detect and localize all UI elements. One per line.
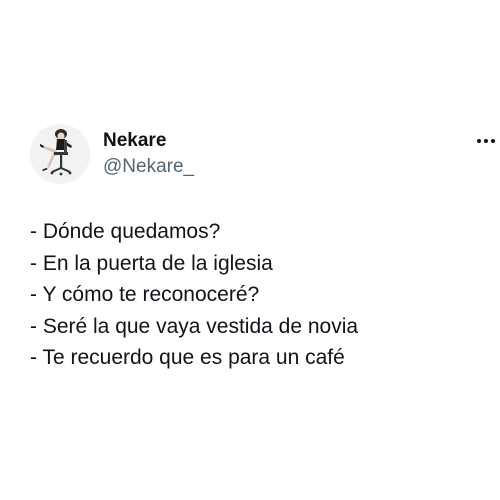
- user-handle[interactable]: @Nekare_: [103, 156, 194, 178]
- tweet-line: - En la puerta de la iglesia: [30, 251, 273, 275]
- more-options-button[interactable]: [474, 134, 498, 148]
- tweet-line: - Dónde quedamos?: [30, 220, 221, 243]
- avatar-figure-on-chair-icon: [30, 124, 90, 184]
- tweet-line: - Te recuerdo que es para un café: [30, 346, 345, 369]
- tweet-line: - Y cómo te reconoceré?: [30, 283, 260, 306]
- tweet-line: - Seré la que vaya vestida de novia: [30, 314, 359, 338]
- tweet-card: Nekare @Nekare_ - Dónde quedamos? - En l…: [0, 0, 500, 500]
- author-avatar[interactable]: [30, 124, 90, 184]
- display-name[interactable]: Nekare: [103, 130, 166, 152]
- tweet-text: - Dónde quedamos? - En la puerta de la i…: [30, 216, 490, 374]
- more-options-icon: [477, 139, 495, 143]
